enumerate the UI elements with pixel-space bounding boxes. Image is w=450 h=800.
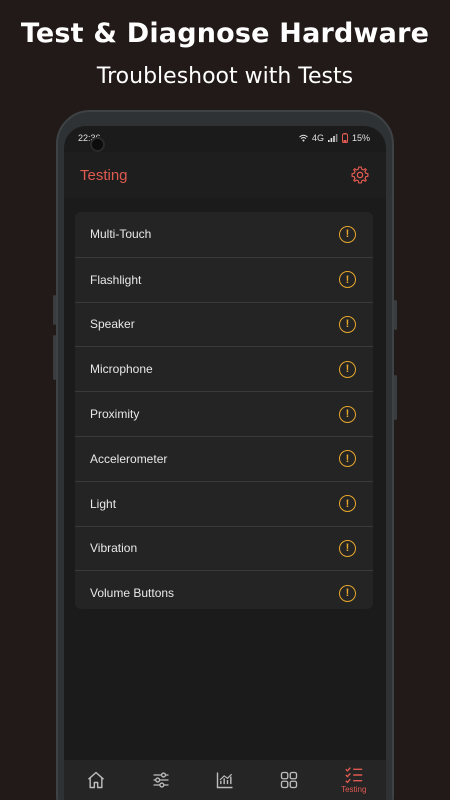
app-bar: Testing — [64, 152, 386, 198]
warning-icon: ! — [339, 315, 356, 333]
phone-screen: 22:36 4G 15% Testing Multi-Touch ! Flash… — [64, 126, 386, 800]
page-title: Testing — [80, 167, 128, 184]
warning-icon: ! — [339, 495, 356, 513]
test-item-label: Microphone — [90, 362, 153, 377]
battery-icon — [341, 133, 348, 143]
test-item-label: Multi-Touch — [90, 227, 152, 242]
nav-home[interactable] — [71, 760, 121, 800]
sliders-icon — [153, 772, 169, 788]
phone-side-button — [394, 300, 397, 330]
test-item-label: Speaker — [90, 317, 135, 332]
nav-chart[interactable] — [200, 760, 250, 800]
gear-icon[interactable] — [350, 165, 370, 185]
phone-side-button — [53, 335, 56, 380]
test-item-accelerometer[interactable]: Accelerometer ! — [75, 435, 373, 481]
test-item-label: Light — [90, 496, 117, 511]
test-item-light[interactable]: Light ! — [75, 480, 373, 526]
test-item-multi-touch[interactable]: Multi-Touch ! — [75, 212, 373, 257]
phone-side-button — [53, 295, 56, 325]
status-bar: 22:36 4G 15% — [64, 126, 386, 152]
test-item-label: Volume Buttons — [90, 586, 175, 601]
test-item-volume-buttons[interactable]: Volume Buttons ! — [75, 570, 373, 609]
nav-testing[interactable]: Testing — [329, 760, 379, 800]
test-item-proximity[interactable]: Proximity ! — [75, 391, 373, 436]
front-camera — [90, 137, 105, 152]
warning-icon: ! — [339, 450, 356, 468]
nav-grid[interactable] — [264, 760, 314, 800]
warning-icon: ! — [339, 225, 356, 243]
warning-icon: ! — [339, 584, 356, 602]
network-type: 4G — [311, 133, 324, 143]
grid-icon — [281, 771, 298, 789]
test-item-label: Vibration — [90, 541, 138, 556]
warning-icon: ! — [339, 360, 356, 378]
wifi-icon — [299, 134, 308, 142]
test-item-vibration[interactable]: Vibration ! — [75, 525, 373, 571]
test-item-speaker[interactable]: Speaker ! — [75, 301, 373, 347]
checklist-icon — [345, 767, 362, 784]
test-item-label: Proximity — [90, 407, 140, 422]
test-list: Multi-Touch ! Flashlight ! Speaker ! Mic… — [75, 212, 373, 609]
home-icon — [88, 771, 105, 789]
test-item-microphone[interactable]: Microphone ! — [75, 346, 373, 391]
warning-icon: ! — [339, 271, 356, 289]
promo-subheadline: Troubleshoot with Tests — [96, 64, 354, 89]
status-indicators: 4G 15% — [299, 133, 370, 143]
test-item-label: Flashlight — [90, 272, 142, 287]
promo-headline: Test & Diagnose Hardware — [20, 18, 430, 49]
signal-icon — [327, 134, 338, 142]
test-item-label: Accelerometer — [90, 451, 168, 466]
warning-icon: ! — [339, 539, 356, 557]
warning-icon: ! — [339, 405, 356, 423]
battery-level: 15% — [351, 133, 370, 143]
bottom-nav: Testing — [64, 760, 386, 800]
test-item-flashlight[interactable]: Flashlight ! — [75, 256, 373, 302]
phone-side-button — [394, 375, 397, 420]
nav-testing-label: Testing — [341, 785, 367, 794]
chart-icon — [216, 772, 233, 789]
nav-sliders[interactable] — [136, 760, 186, 800]
